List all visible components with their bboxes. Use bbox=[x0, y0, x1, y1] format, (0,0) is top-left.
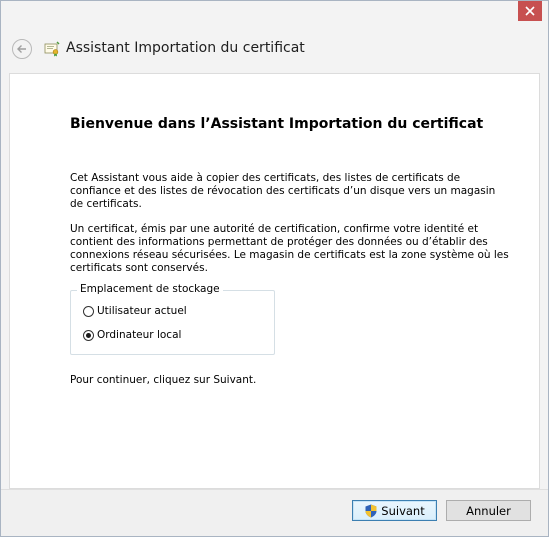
close-icon bbox=[525, 6, 535, 16]
wizard-content: Bienvenue dans l’Assistant Importation d… bbox=[9, 73, 540, 489]
page-heading: Bienvenue dans l’Assistant Importation d… bbox=[70, 116, 484, 132]
wizard-header: Assistant Importation du certificat bbox=[1, 29, 548, 73]
radio-local-machine-button[interactable] bbox=[83, 329, 94, 341]
cancel-button-label: Annuler bbox=[466, 503, 511, 518]
radio-local-machine-label[interactable]: Ordinateur local bbox=[97, 329, 181, 341]
radio-current-user[interactable]: Utilisateur actuel bbox=[83, 305, 187, 317]
radio-current-user-label[interactable]: Utilisateur actuel bbox=[97, 305, 187, 317]
wizard-window: Assistant Importation du certificat Bien… bbox=[0, 0, 549, 537]
uac-shield-icon bbox=[365, 504, 377, 517]
radio-current-user-button[interactable] bbox=[83, 305, 94, 317]
wizard-footer: Suivant Annuler bbox=[1, 489, 548, 536]
storage-location-group: Emplacement de stockage Utilisateur actu… bbox=[70, 283, 275, 355]
cancel-button[interactable]: Annuler bbox=[446, 500, 531, 521]
radio-local-machine[interactable]: Ordinateur local bbox=[83, 329, 181, 341]
close-button[interactable] bbox=[518, 1, 542, 21]
back-arrow-icon bbox=[17, 45, 26, 53]
next-button[interactable]: Suivant bbox=[352, 500, 437, 521]
storage-location-legend: Emplacement de stockage bbox=[77, 283, 223, 295]
certificate-icon bbox=[44, 41, 60, 57]
intro-text: Cet Assistant vous aide à copier des cer… bbox=[70, 172, 496, 210]
continue-text: Pour continuer, cliquez sur Suivant. bbox=[70, 374, 257, 386]
description-text: Un certificat, émis par une autorité de … bbox=[70, 223, 509, 274]
next-button-label: Suivant bbox=[381, 503, 425, 518]
back-button[interactable] bbox=[12, 39, 32, 59]
wizard-title: Assistant Importation du certificat bbox=[66, 40, 305, 56]
